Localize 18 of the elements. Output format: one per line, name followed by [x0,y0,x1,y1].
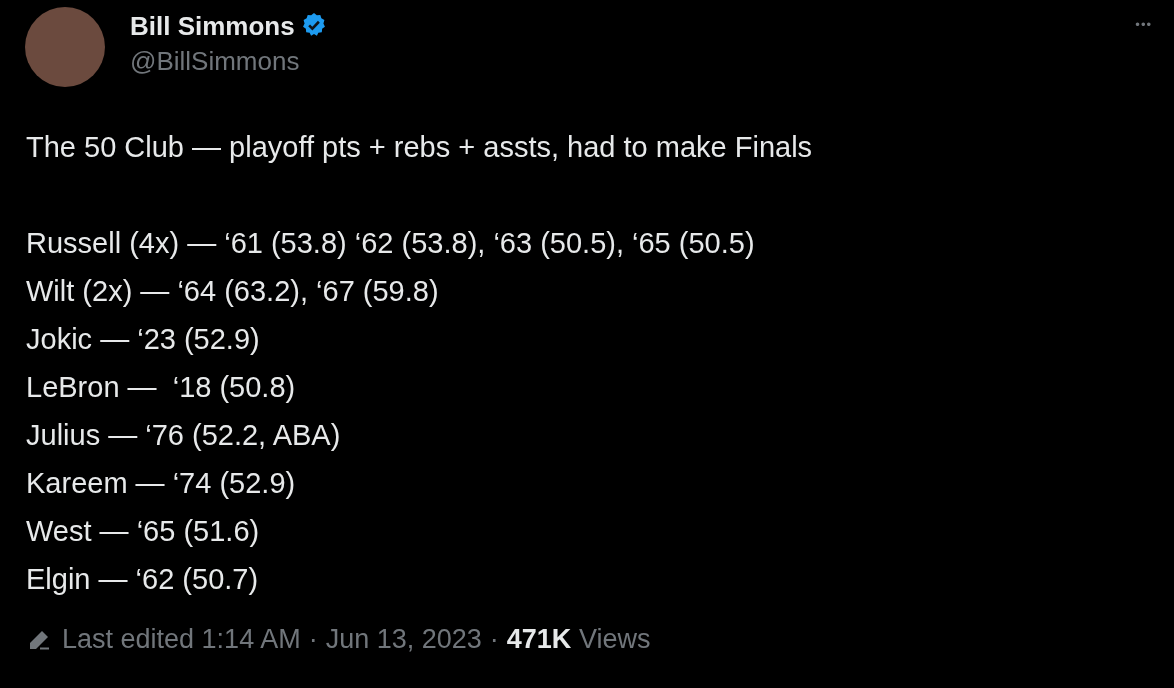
separator: · [489,624,499,655]
tweet-text-line: Russell (4x) — ‘61 (53.8) ‘62 (53.8), ‘63 (50.5), ‘65 (50.5) [26,226,756,261]
author-handle[interactable]: @BillSimmons [130,46,327,77]
tweet-text-line: Jokic — ‘23 (52.9) [26,322,261,357]
tweet-text-line: LeBron — ‘18 (50.8) [26,370,297,405]
tweet-text-line: Kareem — ‘74 (52.9) [26,466,297,501]
tweet-date[interactable]: Jun 13, 2023 [325,624,482,655]
edited-time[interactable]: Last edited 1:14 AM [62,624,301,655]
more-button[interactable]: ••• [1135,17,1152,32]
tweet-text-line: Julius — ‘76 (52.2, ABA) [26,418,342,453]
views-label: Views [578,624,651,654]
tweet-text-line: Elgin — ‘62 (50.7) [26,562,260,597]
tweet-text-line: Wilt (2x) — ‘64 (63.2), ‘67 (59.8) [26,274,440,309]
tweet-text: The 50 Club — playoff pts + rebs + assts, had to make Finals [26,130,814,165]
separator: · [308,624,318,655]
tweet-text-line: West — ‘65 (51.6) [26,514,261,549]
views-count: 471K [506,624,572,654]
author-name[interactable]: Bill Simmons [130,11,295,42]
